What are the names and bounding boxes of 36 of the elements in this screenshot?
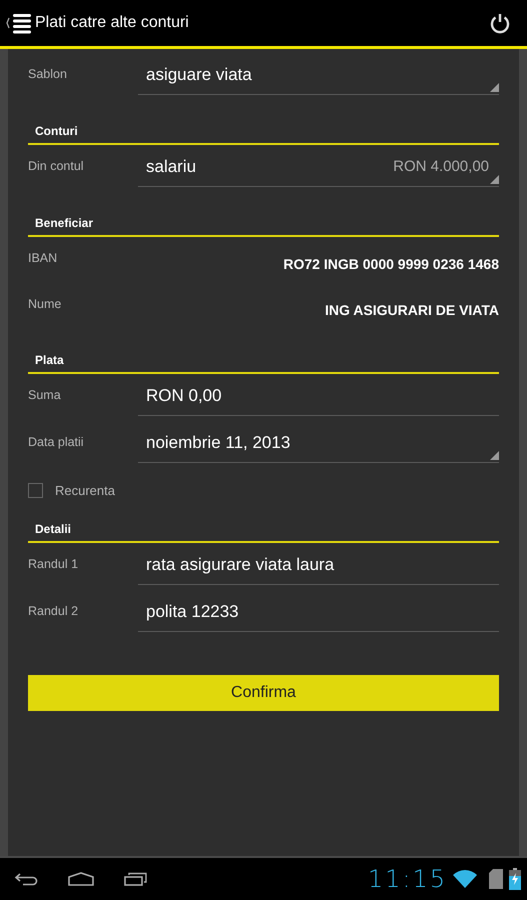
dropdown[interactable]: asiguare viata [138,57,499,95]
dropdown-corner-icon [490,451,499,460]
field-label: Suma [28,388,62,402]
dropdown[interactable]: salariu RON 4.000,00 [138,149,499,187]
field-label: IBAN [28,251,58,265]
checkbox-label: Recurenta [55,482,115,498]
screen-title: Plati catre alte conturi [35,14,190,32]
dropdown[interactable]: noiembrie 11, 2013 [138,425,499,463]
field-label: Din contul [28,159,85,173]
home-icon[interactable] [68,872,94,886]
input-field[interactable]: polita 12233 [138,594,499,632]
recent-apps-icon[interactable] [124,872,148,886]
section-header: Conturi [28,124,499,145]
dropdown-corner-icon [490,175,499,184]
section-header: Detalii [28,522,499,543]
power-icon[interactable] [489,12,511,34]
field-value: RO72 INGB 0000 9999 0236 1468 [282,256,499,272]
field-label: Randul 1 [28,557,80,571]
field-label: Sablon [28,67,68,81]
clock: 11:15 [368,865,447,893]
input-field[interactable]: rata asigurare viata laura [138,547,499,585]
menu-icon[interactable] [4,11,32,35]
checkbox[interactable] [28,482,43,498]
field-label: Nume [28,297,62,311]
section-header: Plata [28,353,499,374]
dropdown-corner-icon [490,83,499,92]
confirm-button[interactable]: Confirma [28,675,499,711]
section-header: Beneficiar [28,216,499,237]
wifi-icon [453,870,477,888]
sim-card-icon [489,869,503,889]
field-label: Data platii [28,435,85,449]
field-label: Randul 2 [28,604,80,618]
battery-icon [509,868,521,890]
back-icon[interactable] [14,872,38,886]
field-value: ING ASIGURARI DE VIATA [324,302,499,318]
input-field[interactable]: RON 0,00 [138,378,499,416]
